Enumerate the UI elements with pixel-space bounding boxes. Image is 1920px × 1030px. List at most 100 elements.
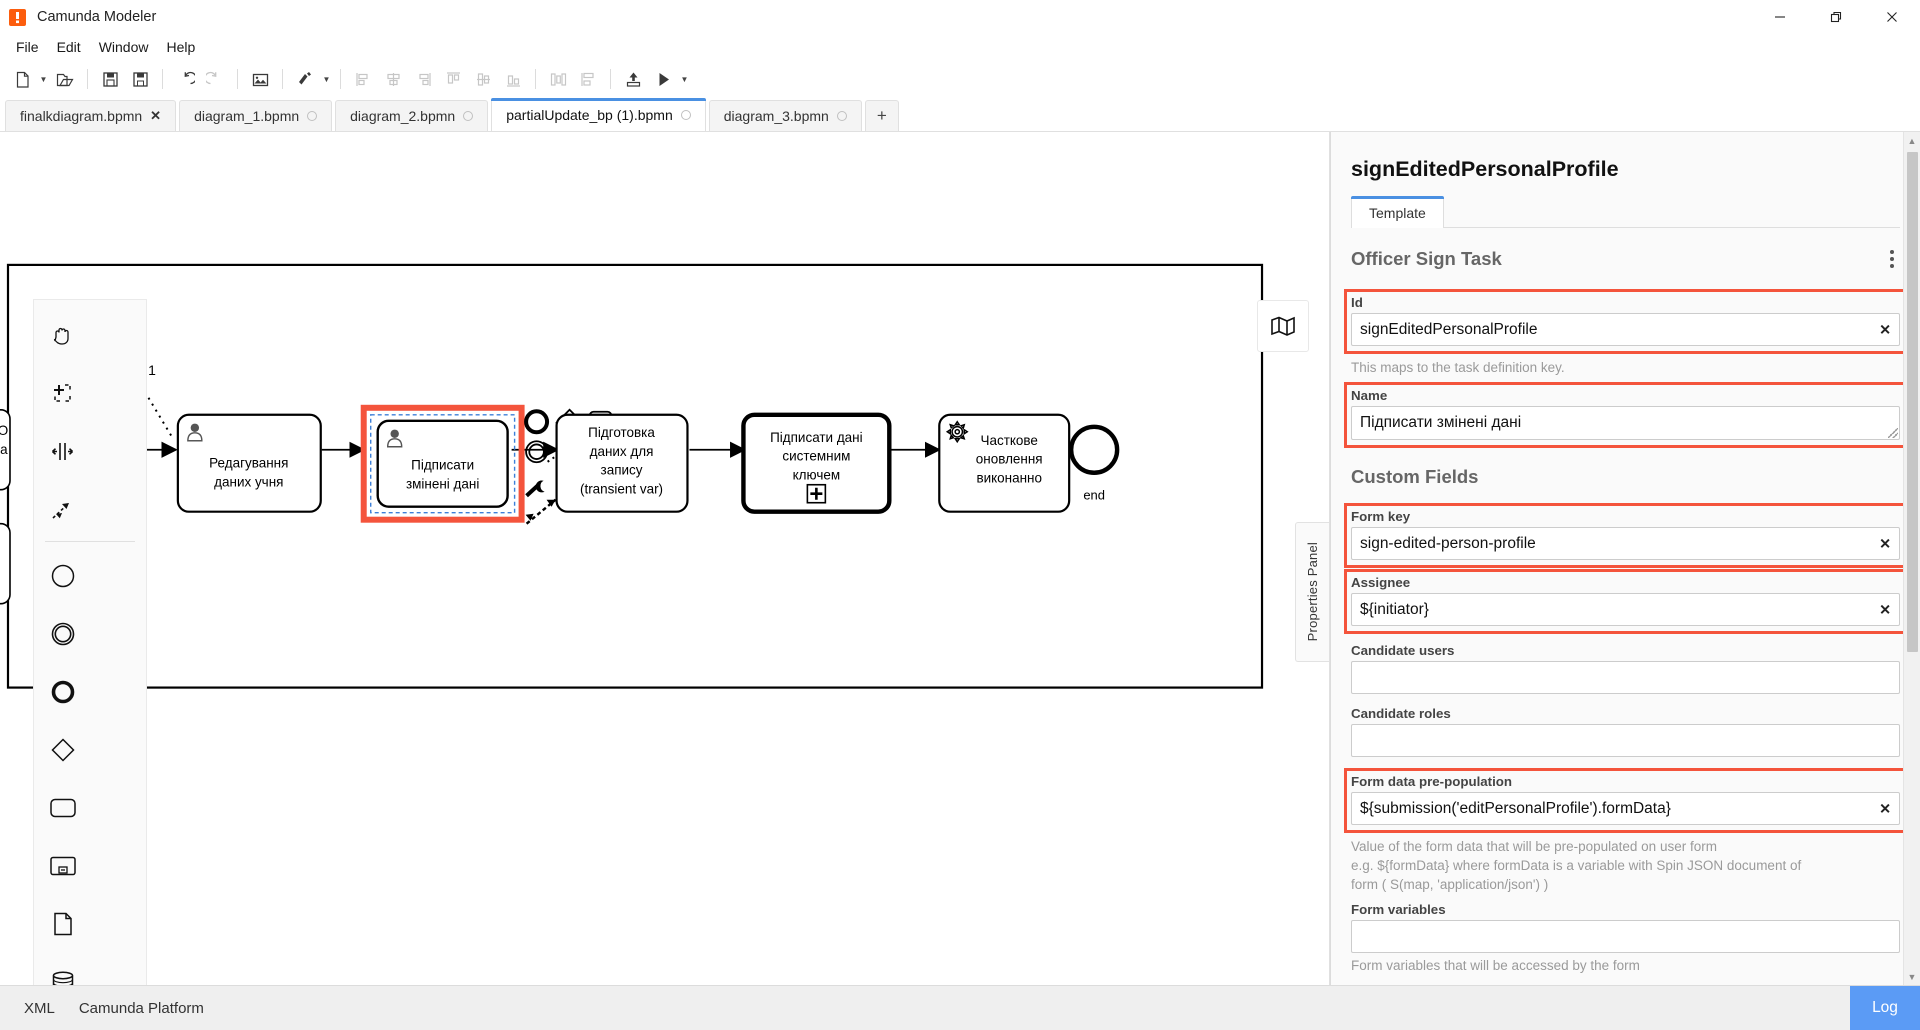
undo-icon[interactable] (170, 64, 200, 94)
scrollbar-thumb[interactable] (1907, 152, 1918, 652)
end-event-icon[interactable] (34, 663, 91, 721)
svg-text:оновлення: оновлення (976, 452, 1043, 467)
data-object-icon[interactable] (34, 895, 91, 953)
start-event-icon[interactable] (34, 547, 91, 605)
menu-edit[interactable]: Edit (48, 37, 90, 57)
subprocess-collapsed-icon[interactable] (34, 837, 91, 895)
palette-separator (45, 541, 135, 542)
align-bottom-icon[interactable] (498, 64, 528, 94)
align-middle-icon[interactable] (468, 64, 498, 94)
maximize-button[interactable] (1808, 0, 1864, 34)
align-right-icon[interactable] (408, 64, 438, 94)
unsaved-dot-icon[interactable] (463, 111, 474, 121)
clear-icon[interactable]: ✕ (1879, 601, 1891, 618)
space-tool-icon[interactable] (34, 422, 91, 480)
data-store-icon[interactable] (34, 953, 91, 985)
tab-finalkdiagram[interactable]: finalkdiagram.bpmn ✕ (5, 100, 177, 131)
name-textarea[interactable] (1351, 406, 1900, 440)
kebab-menu-icon[interactable] (1884, 246, 1900, 272)
save-icon[interactable] (95, 64, 125, 94)
close-button[interactable] (1864, 0, 1920, 34)
status-xml[interactable]: XML (12, 1000, 67, 1017)
task-sign-system-key: Підписати дані системним ключем (741, 412, 892, 514)
tab-label: diagram_1.bpmn (194, 108, 300, 124)
new-file-dropdown-caret[interactable]: ▼ (37, 64, 50, 94)
export-image-icon[interactable] (245, 64, 275, 94)
log-button[interactable]: Log (1850, 985, 1920, 1030)
clear-icon[interactable]: ✕ (1879, 535, 1891, 552)
tab-diagram-2[interactable]: diagram_2.bpmn (335, 100, 489, 131)
intermediate-event-icon[interactable] (34, 605, 91, 663)
align-tool-icon[interactable] (290, 64, 320, 94)
candidate-users-input[interactable] (1351, 661, 1900, 694)
align-left-icon[interactable] (348, 64, 378, 94)
properties-panel-scrollbar[interactable]: ▲ ▼ (1903, 132, 1920, 985)
toolbar-separator (282, 69, 283, 89)
task-edit-student-data: Редагування даних учня (176, 413, 322, 513)
field-form-variables-input-wrap (1351, 920, 1900, 953)
status-camunda-platform[interactable]: Camunda Platform (67, 1000, 216, 1017)
properties-panel-toggle[interactable]: Properties Panel (1295, 522, 1329, 662)
scroll-up-icon[interactable]: ▲ (1904, 132, 1920, 149)
field-form-key: Form key ✕ (1344, 503, 1907, 568)
close-icon[interactable]: ✕ (150, 108, 161, 124)
save-as-icon[interactable] (125, 64, 155, 94)
new-file-icon[interactable] (7, 64, 37, 94)
svg-text:ключем: ключем (793, 468, 840, 483)
form-variables-input[interactable] (1351, 920, 1900, 953)
toolbar-separator (535, 69, 536, 89)
map-icon (1271, 316, 1295, 336)
distribute-horizontal-icon[interactable] (543, 64, 573, 94)
svg-text:Редагування: Редагування (209, 456, 288, 471)
tab-template[interactable]: Template (1351, 196, 1444, 228)
open-folder-icon[interactable] (50, 64, 80, 94)
field-candidate-roles-input-wrap (1351, 724, 1900, 757)
deploy-icon[interactable] (618, 64, 648, 94)
field-candidate-roles-label: Candidate roles (1351, 706, 1451, 721)
unsaved-dot-icon[interactable] (680, 110, 691, 120)
tab-partialupdate-bp[interactable]: partialUpdate_bp (1).bpmn (491, 98, 706, 131)
candidate-roles-input[interactable] (1351, 724, 1900, 757)
menu-help[interactable]: Help (157, 37, 204, 57)
bpmn-canvas[interactable]: О да рма форма 1 (0, 132, 1330, 985)
template-group-title: Officer Sign Task (1351, 248, 1502, 269)
menu-file[interactable]: File (7, 37, 48, 57)
align-top-icon[interactable] (438, 64, 468, 94)
tab-diagram-1[interactable]: diagram_1.bpmn (179, 100, 333, 131)
distribute-vertical-icon[interactable] (573, 64, 603, 94)
assignee-input[interactable] (1351, 593, 1900, 626)
connect-tool-icon[interactable] (34, 480, 91, 538)
start-process-caret[interactable]: ▼ (678, 64, 691, 94)
field-form-key-input-wrap: ✕ (1351, 527, 1900, 560)
field-candidate-users-input-wrap (1351, 661, 1900, 694)
camunda-icon (9, 8, 26, 26)
exclusive-gateway-icon[interactable] (34, 721, 91, 779)
add-tab-button[interactable]: + (864, 100, 899, 131)
start-process-icon[interactable] (648, 64, 678, 94)
resize-grip-icon[interactable] (1888, 428, 1898, 438)
id-input[interactable] (1351, 313, 1900, 346)
svg-text:даних для: даних для (590, 444, 654, 459)
align-tool-caret[interactable]: ▼ (320, 64, 333, 94)
clear-icon[interactable]: ✕ (1879, 800, 1891, 817)
hand-tool-icon[interactable] (34, 306, 91, 364)
clear-icon[interactable]: ✕ (1879, 321, 1891, 338)
unsaved-dot-icon[interactable] (836, 111, 847, 121)
lasso-tool-icon[interactable] (34, 364, 91, 422)
task-icon[interactable] (34, 779, 91, 837)
menu-window[interactable]: Window (90, 37, 158, 57)
tab-diagram-3[interactable]: diagram_3.bpmn (708, 100, 862, 131)
field-form-variables: Form variables (1351, 902, 1900, 953)
align-center-horizontal-icon[interactable] (378, 64, 408, 94)
field-form-variables-hint: Form variables that will be accessed by … (1351, 958, 1640, 973)
minimap-toggle-button[interactable] (1257, 300, 1309, 352)
field-candidate-users-label: Candidate users (1351, 643, 1455, 658)
form-key-input[interactable] (1351, 527, 1900, 560)
unsaved-dot-icon[interactable] (307, 111, 318, 121)
tab-template-label: Template (1369, 205, 1426, 221)
form-data-pre-population-input[interactable] (1351, 792, 1900, 825)
scroll-down-icon[interactable]: ▼ (1904, 968, 1920, 985)
redo-icon[interactable] (200, 64, 230, 94)
properties-panel-toggle-label: Properties Panel (1305, 542, 1320, 642)
minimize-button[interactable] (1752, 0, 1808, 34)
